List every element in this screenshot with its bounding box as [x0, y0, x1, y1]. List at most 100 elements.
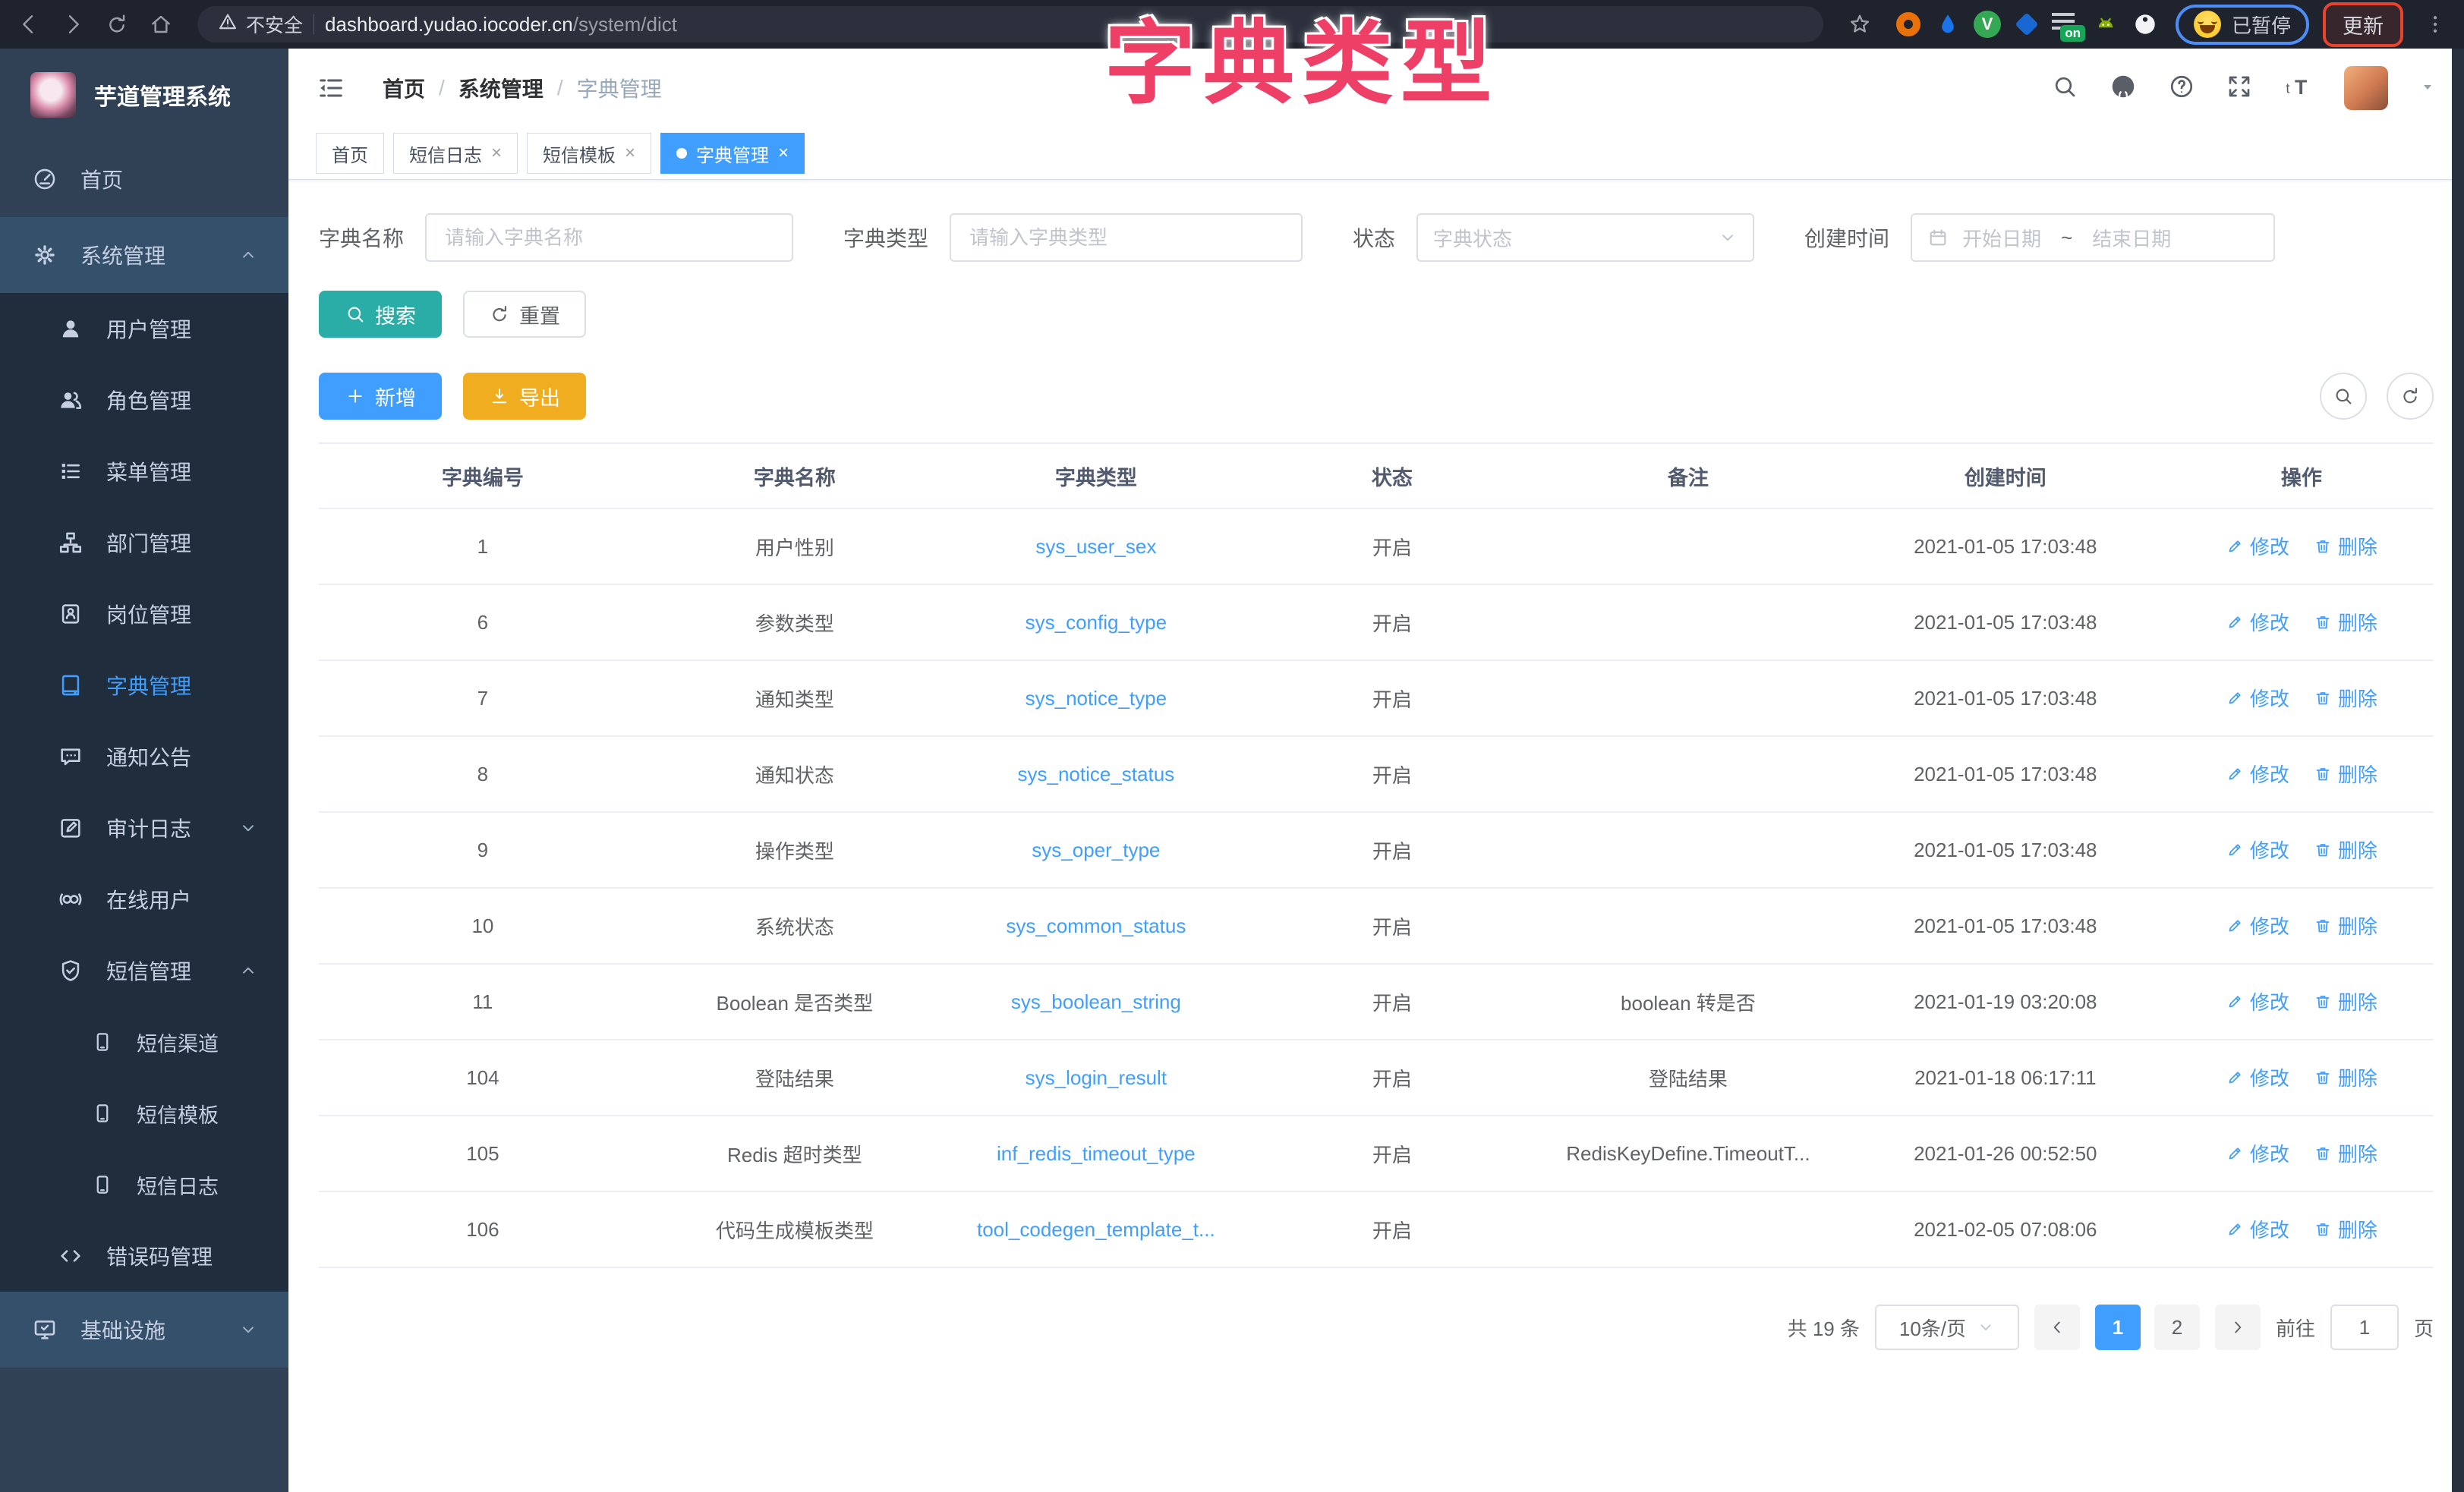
fullscreen-icon[interactable]	[2226, 73, 2253, 104]
sidebar-item-infra[interactable]: 基础设施	[0, 1292, 288, 1368]
dict-type-link[interactable]: inf_redis_timeout_type	[997, 1142, 1196, 1165]
github-icon[interactable]	[2109, 72, 2138, 105]
edit-row-button[interactable]: 修改	[2226, 608, 2289, 636]
extension-white-puzzle-icon[interactable]	[2128, 8, 2162, 41]
delete-row-button[interactable]: 删除	[2314, 1139, 2377, 1167]
goto-page-input[interactable]	[2330, 1305, 2399, 1350]
reload-icon[interactable]	[99, 6, 135, 42]
close-icon[interactable]: ×	[625, 144, 635, 162]
edit-row-button[interactable]: 修改	[2226, 911, 2289, 940]
search-icon[interactable]	[2051, 73, 2078, 104]
prev-page-button[interactable]	[2034, 1305, 2080, 1350]
edit-row-button[interactable]: 修改	[2226, 1139, 2289, 1167]
page-2-button[interactable]: 2	[2154, 1305, 2200, 1350]
dict-type-link[interactable]: sys_boolean_string	[1011, 990, 1181, 1013]
extension-green-robot-icon[interactable]	[2089, 8, 2122, 41]
edit-row-button[interactable]: 修改	[2226, 836, 2289, 864]
extension-green-v-icon[interactable]: V	[1971, 8, 2004, 41]
extension-blue-diamond-icon[interactable]	[2010, 8, 2043, 41]
close-icon[interactable]: ×	[491, 144, 502, 162]
search-button[interactable]: 搜索	[319, 291, 442, 338]
sidebar-item-sms-channel[interactable]: 短信渠道	[0, 1006, 288, 1078]
sidebar-item-system[interactable]: 系统管理	[0, 217, 288, 293]
export-button[interactable]: 导出	[463, 373, 586, 420]
hamburger-icon[interactable]	[316, 73, 346, 103]
sidebar-item-sms-log[interactable]: 短信日志	[0, 1149, 288, 1220]
bookmark-star-icon[interactable]	[1842, 6, 1878, 42]
paused-extension-badge[interactable]: 已暂停	[2176, 5, 2309, 45]
page-1-button[interactable]: 1	[2095, 1305, 2141, 1350]
sidebar-item-audit-log[interactable]: 审计日志	[0, 792, 288, 864]
delete-row-button[interactable]: 删除	[2314, 684, 2377, 712]
next-page-button[interactable]	[2215, 1305, 2261, 1350]
date-range-picker[interactable]: 开始日期 ~ 结束日期	[1911, 213, 2275, 262]
help-icon[interactable]	[2168, 73, 2195, 104]
delete-row-button[interactable]: 删除	[2314, 836, 2377, 864]
delete-row-button[interactable]: 删除	[2314, 760, 2377, 788]
home-icon[interactable]	[143, 6, 179, 42]
dict-type-link[interactable]: sys_oper_type	[1032, 839, 1160, 861]
add-button[interactable]: 新增	[319, 373, 442, 420]
sidebar-item-notice[interactable]: 通知公告	[0, 721, 288, 792]
tab-sms-template[interactable]: 短信模板×	[527, 133, 651, 174]
cell-type: sys_oper_type	[943, 812, 1249, 888]
extension-orange-ring-icon[interactable]	[1892, 8, 1925, 41]
page-size-select[interactable]: 10条/页	[1875, 1305, 2019, 1350]
extension-on-badge-icon[interactable]: on	[2050, 8, 2083, 41]
sidebar-item-sms-template[interactable]: 短信模板	[0, 1078, 288, 1149]
app-logo[interactable]: 芋道管理系统	[0, 49, 288, 141]
delete-row-button[interactable]: 删除	[2314, 911, 2377, 940]
dict-type-link[interactable]: sys_common_status	[1006, 914, 1186, 937]
close-icon[interactable]: ×	[778, 144, 789, 162]
font-size-icon[interactable]: tT	[2283, 71, 2314, 105]
dict-type-link[interactable]: sys_notice_status	[1018, 763, 1175, 785]
sidebar-item-menu[interactable]: 菜单管理	[0, 436, 288, 507]
cell-create-time: 2021-01-19 03:20:08	[1842, 964, 2169, 1040]
toggle-search-button[interactable]	[2320, 373, 2367, 420]
edit-row-button[interactable]: 修改	[2226, 1215, 2289, 1243]
dict-type-link[interactable]: sys_notice_type	[1026, 687, 1167, 710]
security-chip[interactable]: 不安全	[217, 11, 303, 38]
edit-row-button[interactable]: 修改	[2226, 684, 2289, 712]
delete-row-button[interactable]: 删除	[2314, 987, 2377, 1015]
delete-row-button[interactable]: 删除	[2314, 1215, 2377, 1243]
edit-row-button[interactable]: 修改	[2226, 760, 2289, 788]
sidebar-item-dept[interactable]: 部门管理	[0, 507, 288, 578]
status-select[interactable]: 字典状态	[1416, 213, 1754, 262]
edit-row-button[interactable]: 修改	[2226, 987, 2289, 1015]
breadcrumb-item[interactable]: 首页	[383, 73, 425, 103]
refresh-table-button[interactable]	[2387, 373, 2434, 420]
forward-icon[interactable]	[55, 6, 91, 42]
dict-type-link[interactable]: sys_user_sex	[1035, 535, 1156, 558]
browser-update-button[interactable]: 更新	[2323, 2, 2403, 47]
dict-type-link[interactable]: tool_codegen_template_t...	[977, 1218, 1215, 1241]
back-icon[interactable]	[11, 6, 47, 42]
delete-row-button[interactable]: 删除	[2314, 532, 2377, 560]
delete-row-button[interactable]: 删除	[2314, 608, 2377, 636]
sidebar-item-error-code[interactable]: 错误码管理	[0, 1220, 288, 1292]
sidebar-item-sms[interactable]: 短信管理	[0, 935, 288, 1006]
avatar[interactable]	[2344, 66, 2388, 110]
dict-type-input[interactable]	[950, 213, 1303, 262]
sidebar-item-role[interactable]: 角色管理	[0, 364, 288, 436]
dict-type-link[interactable]: sys_config_type	[1026, 611, 1167, 634]
caret-down-icon[interactable]	[2418, 77, 2437, 99]
delete-row-button[interactable]: 删除	[2314, 1063, 2377, 1091]
address-bar[interactable]: 不安全 dashboard.yudao.iocoder.cn/system/di…	[197, 6, 1823, 42]
tab-sms-log[interactable]: 短信日志×	[393, 133, 518, 174]
edit-row-button[interactable]: 修改	[2226, 1063, 2289, 1091]
kebab-menu-icon[interactable]	[2417, 6, 2453, 42]
sidebar-item-user[interactable]: 用户管理	[0, 293, 288, 364]
dict-name-input[interactable]	[425, 213, 793, 262]
sidebar-item-dict[interactable]: 字典管理	[0, 650, 288, 721]
reset-button[interactable]: 重置	[463, 291, 586, 338]
sidebar-item-home[interactable]: 首页	[0, 141, 288, 217]
extension-blue-drop-icon[interactable]	[1931, 8, 1965, 41]
sidebar-item-post[interactable]: 岗位管理	[0, 578, 288, 650]
tab-dict[interactable]: 字典管理×	[660, 133, 805, 174]
tab-home[interactable]: 首页	[316, 133, 384, 174]
breadcrumb-item[interactable]: 系统管理	[458, 73, 544, 103]
sidebar-item-online-user[interactable]: 在线用户	[0, 864, 288, 935]
dict-type-link[interactable]: sys_login_result	[1026, 1066, 1167, 1089]
edit-row-button[interactable]: 修改	[2226, 532, 2289, 560]
